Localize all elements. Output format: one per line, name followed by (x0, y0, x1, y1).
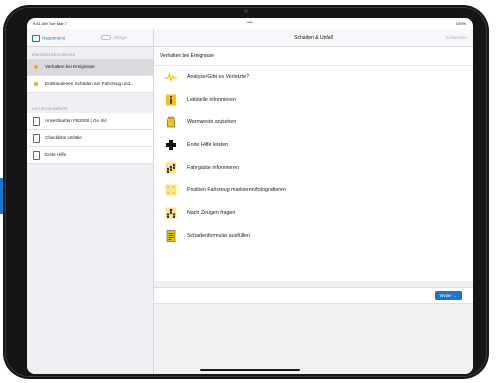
sidebar-item-damages[interactable]: Entstandenen Schäden am Fahrzeug und... (27, 76, 153, 93)
info-icon (166, 94, 176, 106)
status-bar: 9:41 AM Tue Mar 7 ••• 100% (27, 18, 473, 29)
checklist-label: Schadenformular ausfüllen (187, 232, 251, 239)
checklist-label: Position Fahrzeug markieren/fotografiere… (187, 187, 286, 194)
main-menu-label: Hauptmenü (42, 35, 66, 41)
sidebar-item-label: Erste Hilfe (45, 152, 67, 157)
section-header-events: EREIGNISGESCHEHEN (32, 53, 76, 57)
checklist-row-analysis[interactable]: Analyse/Gibt es Verletzte? (154, 66, 473, 89)
first-aid-cross-icon (166, 140, 176, 151)
sidebar-item-label: Checkliste Unfälle (45, 135, 82, 140)
sidebar-item-ansetzkarten[interactable]: Ansetzkarten FB2000 | Ge 4/4 (27, 113, 153, 130)
checklist-row-first-aid[interactable]: Erste Hilfe leisten (154, 134, 473, 157)
status-time: 9:41 AM Tue Mar 7 (33, 21, 67, 26)
main-panel: Schaden & Unfall Schliessen Verhalten be… (154, 29, 473, 374)
tablet-device: 9:41 AM Tue Mar 7 ••• 100% Hauptmenü Abl… (3, 5, 489, 379)
checklist-label: Erste Hilfe leisten (187, 142, 229, 149)
status-dot-icon (34, 65, 38, 69)
storage-button[interactable]: Ablage (101, 35, 128, 41)
checklist-row-passengers[interactable]: Fahrgäste informieren (154, 157, 473, 180)
home-indicator[interactable] (200, 369, 300, 371)
footer-area: Weiter → (154, 287, 473, 374)
sidebar-item-first-aid[interactable]: Erste Hilfe (27, 147, 153, 164)
tablet-screen: 9:41 AM Tue Mar 7 ••• 100% Hauptmenü Abl… (27, 18, 473, 374)
status-dot-icon (34, 82, 38, 86)
sidebar: Hauptmenü Ablage EREIGNISGESCHEHEN Verha… (27, 29, 154, 374)
storage-label: Ablage (113, 35, 128, 40)
checklist-row-witnesses[interactable]: Nach Zeugen fragen (154, 202, 473, 225)
sidebar-item-behavior[interactable]: Verhalten bei Ereignisse (27, 59, 153, 76)
checklist-title: Verhalten bei Ereignisse (154, 47, 473, 66)
checklist-panel: Verhalten bei Ereignisse Analyse/Gibt es… (154, 47, 473, 281)
document-icon (33, 151, 40, 160)
section-header-documents: HILFSDOKUMENTE (32, 107, 68, 111)
camera-dot (244, 9, 248, 13)
sidebar-item-label: Ansetzkarten FB2000 | Ge 4/4 (45, 118, 107, 123)
sidebar-nav-bar: Hauptmenü Ablage (27, 29, 153, 47)
cloud-icon (101, 35, 111, 41)
checklist-row-safety-vest[interactable]: Warnweste anziehen (154, 111, 473, 134)
close-button[interactable]: Schliessen (445, 35, 467, 40)
document-icon (33, 117, 40, 126)
checklist-label: Leitstelle informieren (187, 96, 236, 103)
safety-vest-icon (167, 117, 175, 128)
footer-bar: Weiter → (154, 287, 473, 304)
form-icon (166, 230, 176, 242)
sidebar-item-label: Verhalten bei Ereignisse (45, 64, 95, 69)
checklist-label: Warnweste anziehen (187, 119, 237, 126)
page-title: Schaden & Unfall (294, 35, 333, 41)
checklist-row-position[interactable]: Position Fahrzeug markieren/fotografiere… (154, 179, 473, 202)
sidebar-item-checklist[interactable]: Checkliste Unfälle (27, 130, 153, 147)
next-button[interactable]: Weiter → (434, 291, 462, 300)
battery-indicator: 100% (455, 21, 466, 26)
document-icon (33, 134, 40, 143)
checklist-label: Fahrgäste informieren (187, 164, 239, 171)
marker-icon (165, 184, 177, 196)
passengers-icon (165, 162, 177, 174)
checklist-row-damage-form[interactable]: Schadenformular ausfüllen (154, 225, 473, 248)
checklist-row-control-center[interactable]: Leitstelle informieren (154, 89, 473, 112)
checklist-label: Analyse/Gibt es Verletzte? (187, 74, 250, 80)
heartbeat-icon (165, 71, 177, 82)
main-menu-button[interactable]: Hauptmenü (32, 35, 65, 42)
witnesses-icon (165, 207, 177, 219)
multitask-dots[interactable]: ••• (247, 20, 252, 26)
checklist-label: Nach Zeugen fragen (187, 210, 236, 217)
main-nav-bar: Schaden & Unfall Schliessen (154, 29, 473, 47)
home-icon (32, 35, 40, 42)
sidebar-item-label: Entstandenen Schäden am Fahrzeug und... (45, 81, 134, 86)
